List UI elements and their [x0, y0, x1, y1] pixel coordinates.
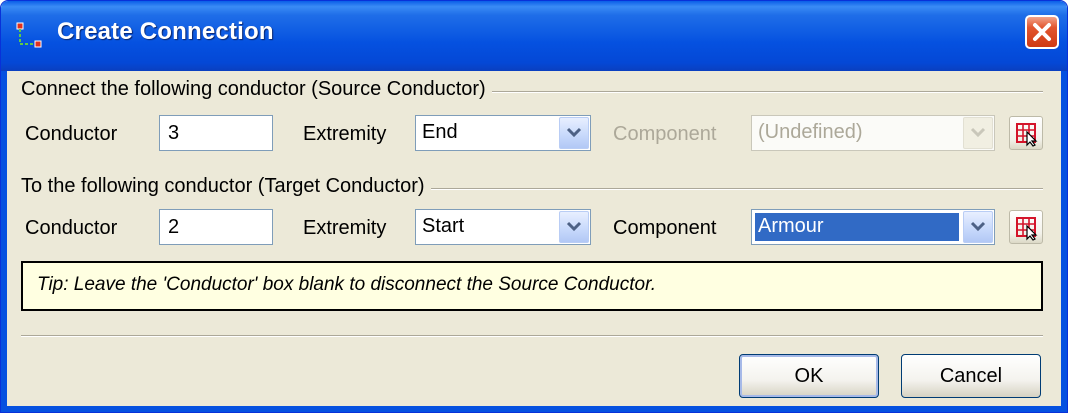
target-pick-conductor-button[interactable]	[1009, 210, 1043, 244]
chevron-down-icon	[566, 127, 582, 138]
source-extremity-label: Extremity	[303, 123, 387, 145]
tip-box: Tip: Leave the 'Conductor' box blank to …	[21, 261, 1043, 311]
chevron-down-icon	[566, 221, 582, 232]
source-component-label: Component	[613, 123, 717, 145]
source-section-title: Connect the following conductor (Source …	[21, 78, 492, 101]
target-extremity-value: Start	[422, 215, 465, 237]
buttons-separator	[21, 335, 1043, 337]
ok-button[interactable]: OK	[739, 354, 879, 398]
chevron-down-icon	[970, 127, 986, 138]
dialog-body: Connect the following conductor (Source …	[7, 71, 1061, 406]
source-conductor-label: Conductor	[25, 123, 118, 145]
source-component-select: (Undefined)	[751, 115, 995, 151]
chevron-down-icon	[970, 221, 986, 232]
source-extremity-value: End	[422, 121, 458, 143]
target-extremity-dropdown-button[interactable]	[559, 211, 589, 243]
window-frame-bottom	[1, 406, 1067, 412]
target-component-selection: Armour	[755, 213, 959, 241]
target-component-dropdown-button[interactable]	[963, 211, 993, 243]
window-frame-right	[1061, 71, 1067, 412]
target-component-label: Component	[613, 217, 717, 239]
target-component-select[interactable]: Armour	[751, 209, 995, 245]
source-component-value: (Undefined)	[758, 121, 863, 143]
target-section-title: To the following conductor (Target Condu…	[21, 175, 431, 198]
source-pick-conductor-button[interactable]	[1009, 116, 1043, 150]
source-component-dropdown-button	[963, 117, 993, 149]
target-conductor-label: Conductor	[25, 217, 118, 239]
title-bar[interactable]: Create Connection	[1, 1, 1067, 71]
source-extremity-dropdown-button[interactable]	[559, 117, 589, 149]
create-connection-dialog: Create Connection Connect the following …	[0, 0, 1068, 413]
target-conductor-input[interactable]	[159, 209, 273, 245]
cancel-button[interactable]: Cancel	[901, 354, 1041, 398]
tip-text: Tip: Leave the 'Conductor' box blank to …	[37, 274, 656, 295]
connection-icon	[16, 22, 42, 48]
pick-conductor-icon	[1016, 217, 1038, 241]
target-extremity-label: Extremity	[303, 217, 387, 239]
target-extremity-select[interactable]: Start	[415, 209, 591, 245]
target-component-value: Armour	[758, 215, 824, 237]
close-icon	[1033, 23, 1051, 41]
source-extremity-select[interactable]: End	[415, 115, 591, 151]
dialog-title: Create Connection	[57, 18, 274, 45]
source-conductor-input[interactable]	[159, 115, 273, 151]
pick-conductor-icon	[1016, 123, 1038, 147]
close-button[interactable]	[1025, 15, 1059, 49]
